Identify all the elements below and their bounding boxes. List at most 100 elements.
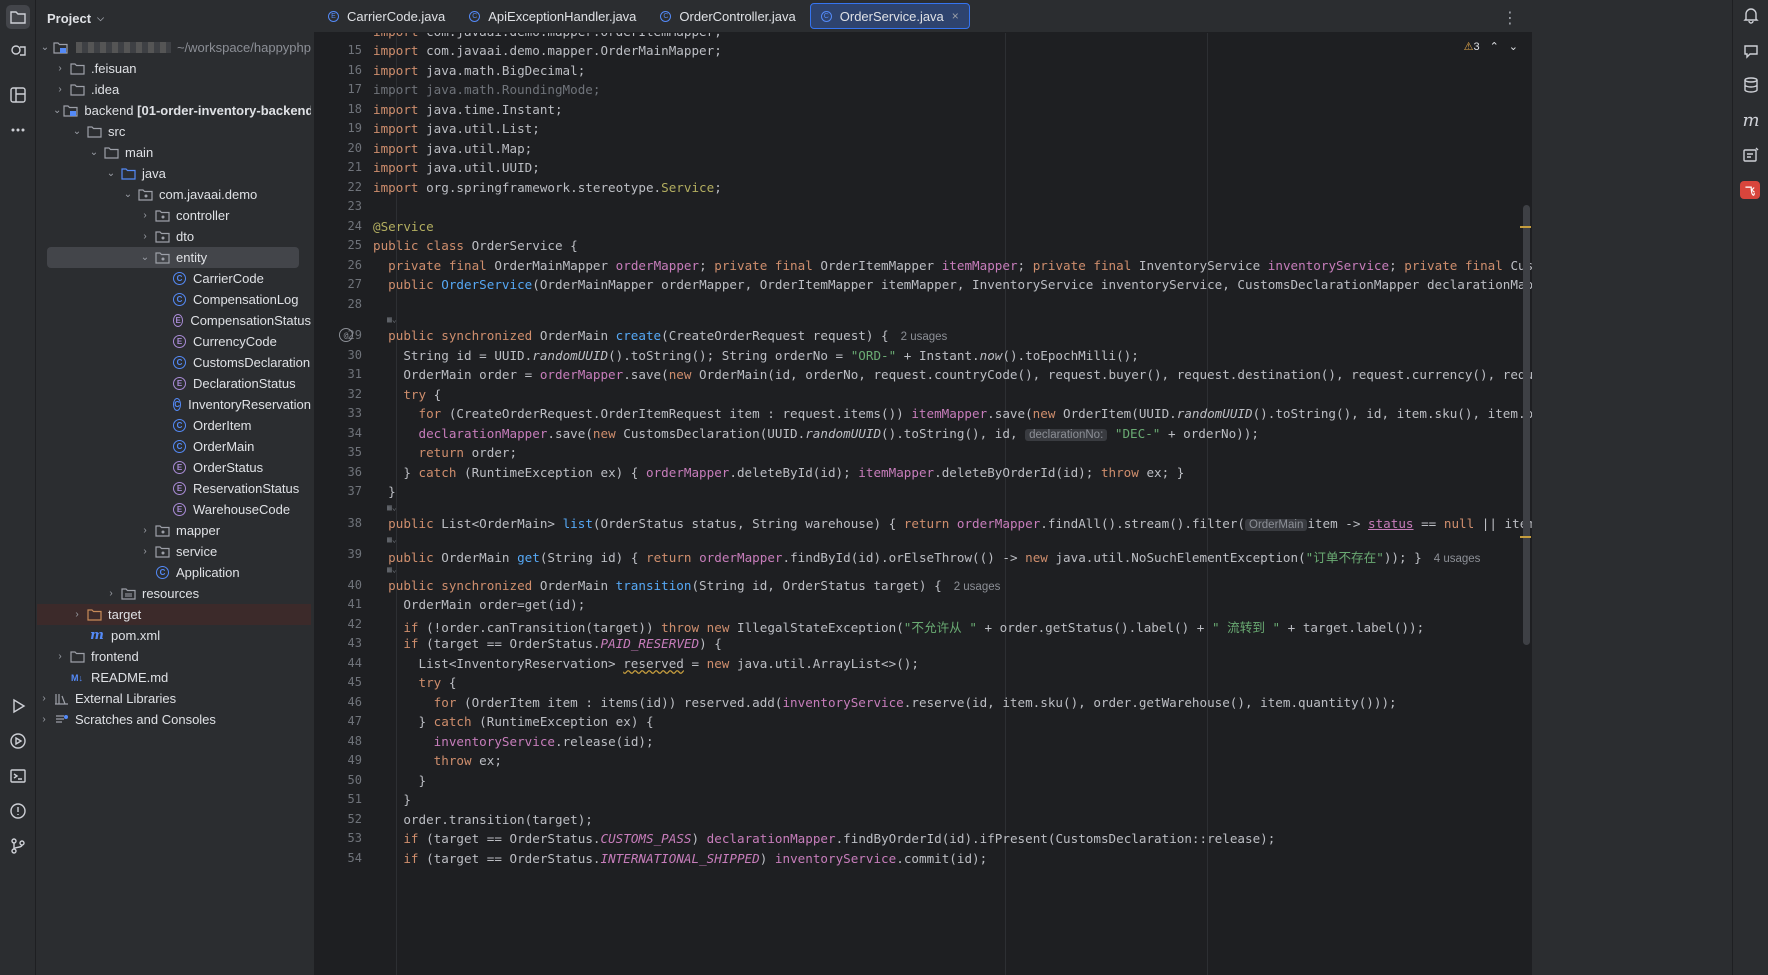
project-view-selector[interactable]: Project ⌵	[37, 0, 311, 36]
tree-item[interactable]: ⌄ com.javaai.demo	[37, 184, 311, 205]
tree-item[interactable]: C InventoryReservation	[37, 394, 311, 415]
tree-item-selected[interactable]: ⌄ entity	[47, 247, 299, 268]
tree-item[interactable]: C OrderMain	[37, 436, 311, 457]
git-icon[interactable]	[6, 834, 30, 858]
implemented-method-icon[interactable]: @	[339, 328, 353, 342]
chevron-down-icon[interactable]: ⌄	[53, 105, 61, 116]
tree-item[interactable]: m pom.xml	[37, 625, 311, 646]
chevron-down-icon[interactable]: ⌄	[1509, 40, 1518, 53]
line-number: 46	[347, 695, 362, 709]
code-lens-icon[interactable]: ▦⌄	[387, 503, 401, 512]
tree-root[interactable]: ⌄ ~/workspace/happyphp	[37, 37, 311, 58]
code-line: declarationMapper.save(new CustomsDeclar…	[418, 426, 1259, 441]
class-icon: C	[173, 440, 186, 453]
maven-icon[interactable]: m	[1740, 109, 1762, 131]
tree-item[interactable]: C OrderItem	[37, 415, 311, 436]
spring-class-icon: C	[156, 566, 169, 579]
chevron-right-icon[interactable]: ›	[53, 63, 67, 74]
chevron-right-icon[interactable]: ›	[104, 588, 118, 599]
code-lens-icon[interactable]: ▦⌄	[387, 535, 401, 544]
run-icon[interactable]	[6, 694, 30, 718]
terminal-icon[interactable]	[6, 764, 30, 788]
tree-item[interactable]: ⌄ src	[37, 121, 311, 142]
tab-orderservice[interactable]: C OrderService.java ×	[809, 3, 970, 29]
tree-item[interactable]: C Application	[37, 562, 311, 583]
tree-item[interactable]: › controller	[37, 205, 311, 226]
chevron-right-icon[interactable]: ›	[53, 651, 67, 662]
close-icon[interactable]: ×	[952, 9, 959, 23]
problems-icon[interactable]	[6, 799, 30, 823]
tree-item-label: Scratches and Consoles	[75, 712, 216, 727]
tree-item-label: frontend	[91, 649, 139, 664]
tree-item[interactable]: › target	[37, 604, 311, 625]
structure-icon[interactable]	[6, 83, 30, 107]
tree-item[interactable]: E CurrencyCode	[37, 331, 311, 352]
code-lens-icon[interactable]: ▦⌄	[387, 315, 401, 324]
enum-icon: E	[328, 10, 339, 22]
chevron-right-icon[interactable]: ›	[37, 714, 51, 725]
warning-marker[interactable]	[1520, 226, 1531, 228]
warning-marker[interactable]	[1520, 536, 1531, 538]
more-vertical-icon[interactable]: ⋮	[1502, 8, 1518, 28]
tree-item[interactable]: C CompensationLog	[37, 289, 311, 310]
database-icon[interactable]	[1740, 74, 1762, 96]
tree-item[interactable]: › resources	[37, 583, 311, 604]
tree-item[interactable]: › mapper	[37, 520, 311, 541]
more-icon[interactable]	[6, 118, 30, 142]
chevron-right-icon[interactable]: ›	[138, 525, 152, 536]
chevron-right-icon[interactable]: ›	[138, 210, 152, 221]
chevron-down-icon[interactable]: ⌄	[121, 189, 135, 200]
tree-item[interactable]: › External Libraries	[37, 688, 311, 709]
maven-icon: m	[90, 628, 104, 643]
tree-item[interactable]: C CarrierCode	[37, 268, 311, 289]
inspection-widget[interactable]: ⚠3 ⌃ ⌄	[1464, 40, 1518, 53]
code-view[interactable]: ⚠3 ⌃ ⌄ 15 16 17 18 19 20 21 22 23 24 25 …	[314, 33, 1532, 975]
tree-item[interactable]: ⌄ main	[37, 142, 311, 163]
tree-item[interactable]: › dto	[37, 226, 311, 247]
ai-chat-icon[interactable]	[1740, 40, 1762, 62]
tree-item-label: backend [01-order-inventory-backend]	[84, 103, 311, 118]
chevron-down-icon[interactable]: ⌄	[104, 168, 118, 179]
chevron-right-icon[interactable]: ›	[138, 231, 152, 242]
tree-item[interactable]: C CustomsDeclaration	[37, 352, 311, 373]
code-line: }	[373, 773, 427, 788]
tree-item[interactable]: E OrderStatus	[37, 457, 311, 478]
tree-item[interactable]: › .feisuan	[37, 58, 311, 79]
chevron-down-icon[interactable]: ⌄	[39, 42, 51, 53]
vertical-scrollbar[interactable]	[1523, 205, 1530, 645]
package-icon	[154, 230, 170, 244]
tree-item[interactable]: › .idea	[37, 79, 311, 100]
tab-ordercontroller[interactable]: C OrderController.java	[650, 3, 805, 29]
tree-item[interactable]: ⌄ java	[37, 163, 311, 184]
folder-icon[interactable]	[6, 5, 30, 29]
tree-item[interactable]: › service	[37, 541, 311, 562]
chevron-down-icon[interactable]: ⌵	[97, 13, 104, 24]
tree-item[interactable]: › Scratches and Consoles	[37, 709, 311, 730]
chevron-down-icon[interactable]: ⌄	[70, 126, 84, 137]
tree-item[interactable]: E DeclarationStatus	[37, 373, 311, 394]
tab-apiexceptionhandler[interactable]: C ApiExceptionHandler.java	[459, 3, 646, 29]
tree-item[interactable]: ⌄ backend [01-order-inventory-backend]	[37, 100, 311, 121]
chevron-up-icon[interactable]: ⌃	[1490, 40, 1499, 53]
tree-item-label: DeclarationStatus	[193, 376, 296, 391]
chevron-right-icon[interactable]: ›	[37, 693, 51, 704]
line-number: 38	[347, 516, 362, 530]
tree-item[interactable]: E ReservationStatus	[37, 478, 311, 499]
code-lens-icon[interactable]: ▦⌄	[387, 565, 401, 574]
services-icon[interactable]	[6, 729, 30, 753]
tree-item[interactable]: › frontend	[37, 646, 311, 667]
notifications-icon[interactable]	[1740, 4, 1762, 26]
chevron-right-icon[interactable]: ›	[53, 84, 67, 95]
tree-item[interactable]: E CompensationStatus	[37, 310, 311, 331]
commit-icon[interactable]	[6, 38, 30, 62]
chevron-right-icon[interactable]: ›	[138, 546, 152, 557]
ai-assistant-icon[interactable]	[1740, 144, 1762, 166]
tree-item[interactable]: E WarehouseCode	[37, 499, 311, 520]
chevron-right-icon[interactable]: ›	[70, 609, 84, 620]
chevron-down-icon[interactable]: ⌄	[138, 252, 152, 263]
tab-carriercode[interactable]: E CarrierCode.java	[318, 3, 455, 29]
line-number: 24	[347, 219, 362, 233]
plugin-icon[interactable]: 飞	[1740, 181, 1760, 199]
chevron-down-icon[interactable]: ⌄	[87, 147, 101, 158]
tree-item[interactable]: M↓ README.md	[37, 667, 311, 688]
